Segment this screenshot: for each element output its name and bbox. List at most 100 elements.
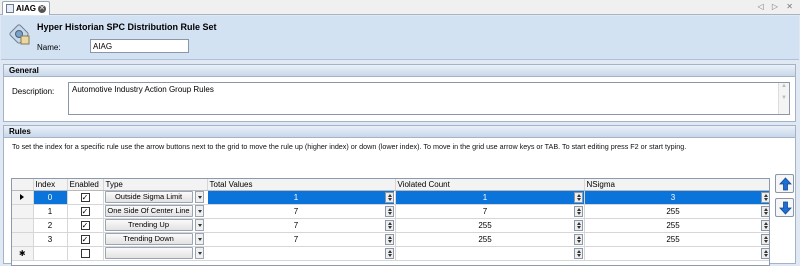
new-row[interactable]: ✱ [12,246,769,261]
enabled-checkbox[interactable]: ✓ [80,220,90,230]
enabled-checkbox[interactable]: ✓ [80,192,90,202]
document-tab-strip: AIAG ✕ ◁ ▷ ✕ [0,0,800,15]
total-values-spinner[interactable] [384,247,394,259]
type-value[interactable]: Outside Sigma Limit [104,191,193,203]
column-header-nsigma[interactable]: NSigma [584,179,769,191]
column-header-index[interactable]: Index [33,179,68,191]
type-cell[interactable]: Trending Up 7 [103,218,396,233]
nsigma-spinner[interactable] [760,191,769,203]
table-row[interactable]: 2 ✓ Trending Up 7 255 255 [12,218,769,233]
nsigma-value: 255 [666,206,680,216]
column-header-total-values[interactable]: Total Values [207,179,396,191]
type-cell[interactable]: One Side Of Center Line 7 [103,204,396,219]
name-input[interactable] [90,39,189,53]
total-values-spinner[interactable] [384,233,394,245]
type-dropdown-arrow-icon[interactable] [194,191,204,203]
nsigma-cell[interactable]: 255 [584,218,769,233]
table-row[interactable]: 3 ✓ Trending Down 7 255 255 [12,232,769,247]
description-label: Description: [12,87,55,96]
nsigma-value: 255 [666,234,680,244]
enabled-cell[interactable]: ✓ [67,218,104,233]
column-header-type[interactable]: Type [103,179,208,191]
violated-count-value: 255 [478,220,492,230]
violated-count-cell[interactable]: 255 [395,232,585,247]
enabled-cell[interactable] [67,246,104,261]
row-selector[interactable] [12,232,34,247]
nsigma-spinner[interactable] [760,233,769,245]
column-header-violated-count[interactable]: Violated Count [395,179,585,191]
violated-count-cell[interactable]: 7 [395,204,585,219]
type-value[interactable]: Trending Down [104,233,193,245]
current-row-arrow-icon [20,193,25,200]
enabled-cell[interactable]: ✓ [67,204,104,219]
nsigma-cell[interactable]: 255 [584,232,769,247]
total-values-cell[interactable]: 7 [208,205,394,218]
violated-count-cell[interactable]: 1 [395,190,585,205]
enabled-checkbox[interactable]: ✓ [80,206,90,216]
enabled-checkbox[interactable]: ✓ [80,234,90,244]
type-cell[interactable]: Trending Down 7 [103,232,396,247]
row-selector[interactable] [12,218,34,233]
violated-count-spinner[interactable] [573,247,583,259]
description-textarea[interactable]: Automotive Industry Action Group Rules ▲… [68,82,790,115]
row-header-column [12,179,34,191]
type-cell[interactable]: Outside Sigma Limit 1 [103,190,396,205]
nsigma-spinner[interactable] [760,205,769,217]
rules-grid[interactable]: Index Enabled Type Total Values Violated… [11,178,770,266]
nsigma-cell[interactable]: 3 [584,190,769,205]
total-values-spinner[interactable] [384,219,394,231]
move-up-button[interactable] [775,174,794,193]
type-dropdown-arrow-icon[interactable] [194,219,204,231]
enabled-checkbox[interactable] [80,248,90,258]
column-header-enabled[interactable]: Enabled [67,179,104,191]
arrow-down-icon [779,201,792,215]
index-cell[interactable]: 3 [33,232,68,247]
enabled-cell[interactable]: ✓ [67,232,104,247]
tab-aiag[interactable]: AIAG ✕ [2,1,50,15]
violated-count-cell[interactable] [395,246,585,261]
nsigma-spinner[interactable] [760,219,769,231]
violated-count-spinner[interactable] [573,191,583,203]
violated-count-spinner[interactable] [573,205,583,217]
index-cell[interactable]: 1 [33,204,68,219]
type-dropdown-arrow-icon[interactable] [194,247,204,259]
violated-count-value: 7 [482,206,488,216]
total-values-cell[interactable]: 7 [208,233,394,246]
nsigma-value: 255 [666,220,680,230]
rules-section-header: Rules [3,125,796,138]
violated-count-spinner[interactable] [573,233,583,245]
type-dropdown-arrow-icon[interactable] [194,233,204,245]
close-icon[interactable]: ✕ [38,4,46,13]
total-values-cell[interactable] [208,247,394,260]
type-value[interactable]: Trending Up [104,219,193,231]
total-values-spinner[interactable] [384,191,394,203]
description-scrollbar[interactable]: ▲ ▼ [778,83,789,114]
enabled-cell[interactable]: ✓ [67,190,104,205]
index-cell[interactable] [33,246,68,261]
violated-count-spinner[interactable] [573,219,583,231]
type-value[interactable]: One Side Of Center Line [104,205,193,217]
nsigma-cell[interactable] [584,246,769,261]
type-dropdown-arrow-icon[interactable] [194,205,204,217]
tab-navigation[interactable]: ◁ ▷ ✕ [758,2,796,11]
index-cell[interactable]: 0 [33,190,68,205]
type-cell[interactable] [103,246,396,261]
type-value[interactable] [104,247,193,259]
total-values-cell[interactable]: 1 [207,190,394,204]
nsigma-spinner[interactable] [760,247,769,259]
index-cell[interactable]: 2 [33,218,68,233]
row-selector[interactable] [12,204,34,219]
row-selector[interactable] [12,190,34,205]
violated-count-cell[interactable]: 255 [395,218,585,233]
total-values-spinner[interactable] [384,205,394,217]
violated-count-value: 1 [482,192,488,202]
move-down-button[interactable] [775,198,794,217]
table-row[interactable]: 0 ✓ Outside Sigma Limit 1 1 3 [12,190,769,205]
spc-rule-set-icon [9,24,30,45]
total-values-value: 7 [293,220,299,230]
table-row[interactable]: 1 ✓ One Side Of Center Line 7 7 255 [12,204,769,219]
total-values-value: 7 [293,206,299,216]
total-values-cell[interactable]: 7 [208,219,394,232]
name-label: Name: [37,43,61,52]
nsigma-cell[interactable]: 255 [584,204,769,219]
